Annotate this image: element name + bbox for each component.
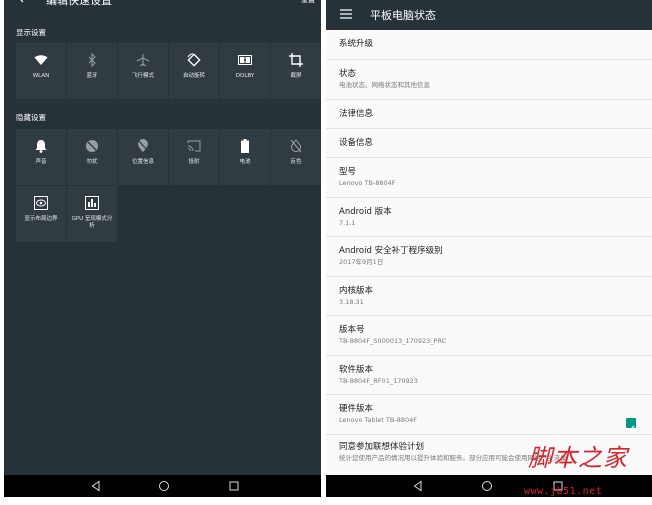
airplane-icon [135,52,151,68]
item-title: Android 版本 [339,206,392,217]
item-title: Android 安全补丁程序级别 [339,246,443,256]
cast-icon [186,138,202,154]
do-not-disturb-icon [84,138,100,154]
tile-sound[interactable]: 声音 [16,129,66,185]
tile-bluetooth[interactable]: 蓝牙 [67,43,117,99]
page-title: 平板电脑状态 [370,9,436,22]
item-subtitle: TB-8804F_RF01_170923 [339,376,418,385]
item-title: 内核版本 [339,285,374,296]
list-item-security-patch[interactable]: Android 安全补丁程序级别 2017年9月1日 [326,237,652,277]
crop-icon [288,52,304,68]
invert-colors-icon [288,138,304,154]
item-subtitle: Lenovo TB-8804F [339,179,396,187]
tile-label: 投射 [188,159,200,165]
list-item-software-version[interactable]: 软件版本 TB-8804F_RF01_170923 [326,356,652,395]
tile-label: DOLBY [235,73,255,79]
list-item-hardware-version[interactable]: 硬件版本 Lenovo Tablet TB-8804F [326,395,652,435]
location-icon [135,138,151,154]
tile-layout-bounds[interactable]: 显示布局边界 [16,186,66,242]
app-bar: 平板电脑状态 [326,0,652,30]
item-subtitle: Lenovo Tablet TB-8804F [339,416,417,424]
tile-label: 截屏 [290,73,302,79]
tile-label: 位置信息 [131,159,154,165]
list-item-device-info[interactable]: 设备信息 [326,129,652,158]
list-item-build-number[interactable]: 版本号 TB-8804F_S000013_170923_PRC [326,316,652,356]
tile-label: 蓝牙 [86,73,98,79]
list-item-status[interactable]: 状态 电池状态、网络状态和其他信息 [326,60,652,100]
tile-airplane-mode[interactable]: 飞行模式 [118,43,168,99]
reset-button[interactable]: 重置 [301,0,315,5]
tile-invert-colors[interactable]: 反色 [271,129,321,185]
tile-label: 自动旋转 [182,73,205,79]
check-icon [627,425,635,432]
gpu-profile-icon [84,195,100,211]
watermark-text: 脚本之家 [528,444,628,472]
dolby-icon [237,52,253,68]
editor-header: 编辑快速设置 ▾ 重置 [4,0,321,10]
tile-label: GPU 呈现模式分析 [71,216,113,229]
settings-list: 系统升级 状态 电池状态、网络状态和其他信息 法律信息 设备信息 型号 Leno… [326,30,652,470]
tile-label: 反色 [290,159,302,165]
item-title: 硬件版本 [339,404,374,414]
item-subtitle: 7.1.1 [339,218,356,227]
title-dropdown-icon[interactable]: ▾ [124,0,128,1]
bell-icon [33,138,49,154]
tile-label: 飞行模式 [131,73,154,79]
item-title: 版本号 [339,325,365,335]
tile-label: 显示布局边界 [24,216,58,222]
watermark-url: www.jb51.net [524,486,603,497]
recents-icon[interactable] [228,480,240,492]
item-title: 型号 [339,167,357,177]
tile-battery[interactable]: 电池 [220,129,270,185]
tile-gpu-profile[interactable]: GPU 呈现模式分析 [67,186,117,242]
editor-title: 编辑快速设置 [46,0,112,7]
item-title: 设备信息 [339,137,374,148]
list-item-kernel-version[interactable]: 内核版本 3.18.31 [326,277,652,316]
bluetooth-icon [84,52,100,68]
item-title: 软件版本 [339,364,374,375]
list-item-model[interactable]: 型号 Lenovo TB-8804F [326,158,652,198]
tile-label: 声音 [35,159,47,165]
tile-auto-rotate[interactable]: 自动旋转 [169,43,219,99]
tile-label: WLAN [32,73,50,79]
home-icon[interactable] [481,480,493,492]
tile-location[interactable]: 位置信息 [118,129,168,185]
tile-label: 勿扰 [86,159,98,165]
layout-bounds-icon [33,195,49,211]
list-item-android-version[interactable]: Android 版本 7.1.1 [326,198,652,237]
left-navigation-bar [4,475,321,497]
list-item-legal-info[interactable]: 法律信息 [326,100,652,129]
item-title: 状态 [339,69,357,79]
item-subtitle: 2017年9月1日 [339,258,384,266]
item-title: 系统升级 [339,39,374,49]
display-section-label: 显示设置 [16,28,46,37]
item-subtitle: TB-8804F_S000013_170923_PRC [339,337,447,345]
tablet-status-panel: 平板电脑状态 系统升级 状态 电池状态、网络状态和其他信息 法律信息 设备信息 … [326,0,652,497]
experience-program-checkbox[interactable] [626,418,636,432]
tile-do-not-disturb[interactable]: 勿扰 [67,129,117,185]
battery-icon [237,138,253,154]
tile-label: 电池 [239,159,251,165]
item-subtitle: 3.18.31 [339,297,364,306]
tile-wlan[interactable]: WLAN [16,43,66,99]
list-item-system-update[interactable]: 系统升级 [326,30,652,60]
back-icon[interactable] [412,480,424,492]
menu-icon[interactable] [340,9,352,19]
rotate-icon [186,52,202,68]
quick-settings-editor-panel: 编辑快速设置 ▾ 重置 显示设置 WLAN 蓝牙 飞行模式 自动旋转 DOLBY [4,0,321,497]
back-icon[interactable] [90,480,102,492]
item-subtitle: 电池状态、网络状态和其他信息 [339,81,430,89]
hidden-section-label: 隐藏设置 [16,113,46,122]
item-title: 法律信息 [339,108,374,119]
tile-screenshot[interactable]: 截屏 [271,43,321,99]
site-watermark: 脚本之家 www.jb51.net [524,438,652,505]
back-arrow-icon[interactable] [18,0,30,3]
home-icon[interactable] [158,480,170,492]
tile-dolby[interactable]: DOLBY [220,43,270,99]
wifi-icon [33,52,49,68]
tile-cast[interactable]: 投射 [169,129,219,185]
